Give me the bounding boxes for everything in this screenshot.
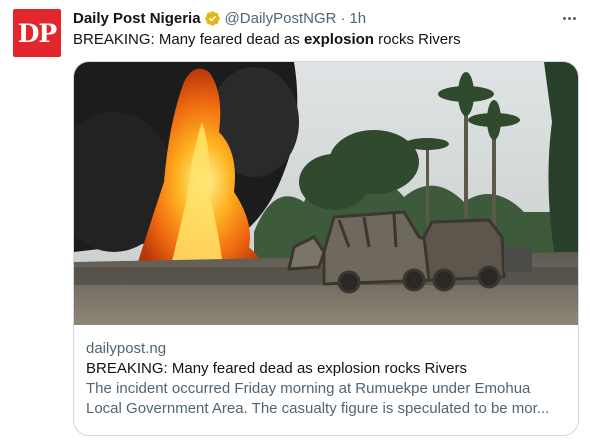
card-description-line: Local Government Area. The casualty figu… — [86, 400, 550, 417]
card-image[interactable] — [74, 62, 578, 325]
more-dot — [572, 16, 576, 20]
author-name[interactable]: Daily Post Nigeria — [73, 10, 201, 27]
card-description-line: The incident occurred Friday morning at … — [86, 380, 531, 397]
more-options-icon[interactable] — [556, 8, 582, 28]
more-dot — [562, 16, 566, 20]
separator-dot: · — [340, 9, 346, 27]
avatar[interactable]: DP — [13, 9, 61, 57]
card-body[interactable]: dailypost.ng BREAKING: Many feared dead … — [86, 339, 570, 419]
explosion-photo — [74, 62, 578, 325]
card-title: BREAKING: Many feared dead as explosion … — [86, 360, 467, 377]
tweet-text-part: BREAKING: Many feared dead as — [73, 31, 304, 48]
tweet-header: Daily Post Nigeria @DailyPostNGR · 1h — [73, 8, 366, 28]
author-handle[interactable]: @DailyPostNGR — [225, 10, 337, 27]
tweet-text-bold: explosion — [303, 31, 374, 48]
more-dot — [567, 16, 571, 20]
link-card[interactable]: dailypost.ng BREAKING: Many feared dead … — [73, 61, 579, 436]
timestamp[interactable]: 1h — [349, 10, 366, 27]
avatar-logo-text: DP — [17, 18, 57, 48]
card-description: The incident occurred Friday morning at … — [86, 379, 570, 419]
card-domain: dailypost.ng — [86, 340, 167, 357]
tweet-text: BREAKING: Many feared dead as explosion … — [73, 30, 461, 50]
tweet-text-part: rocks Rivers — [373, 31, 461, 48]
verified-badge-icon[interactable] — [204, 10, 221, 27]
tweet[interactable]: DP Daily Post Nigeria @DailyPostNGR · 1h… — [0, 0, 590, 443]
